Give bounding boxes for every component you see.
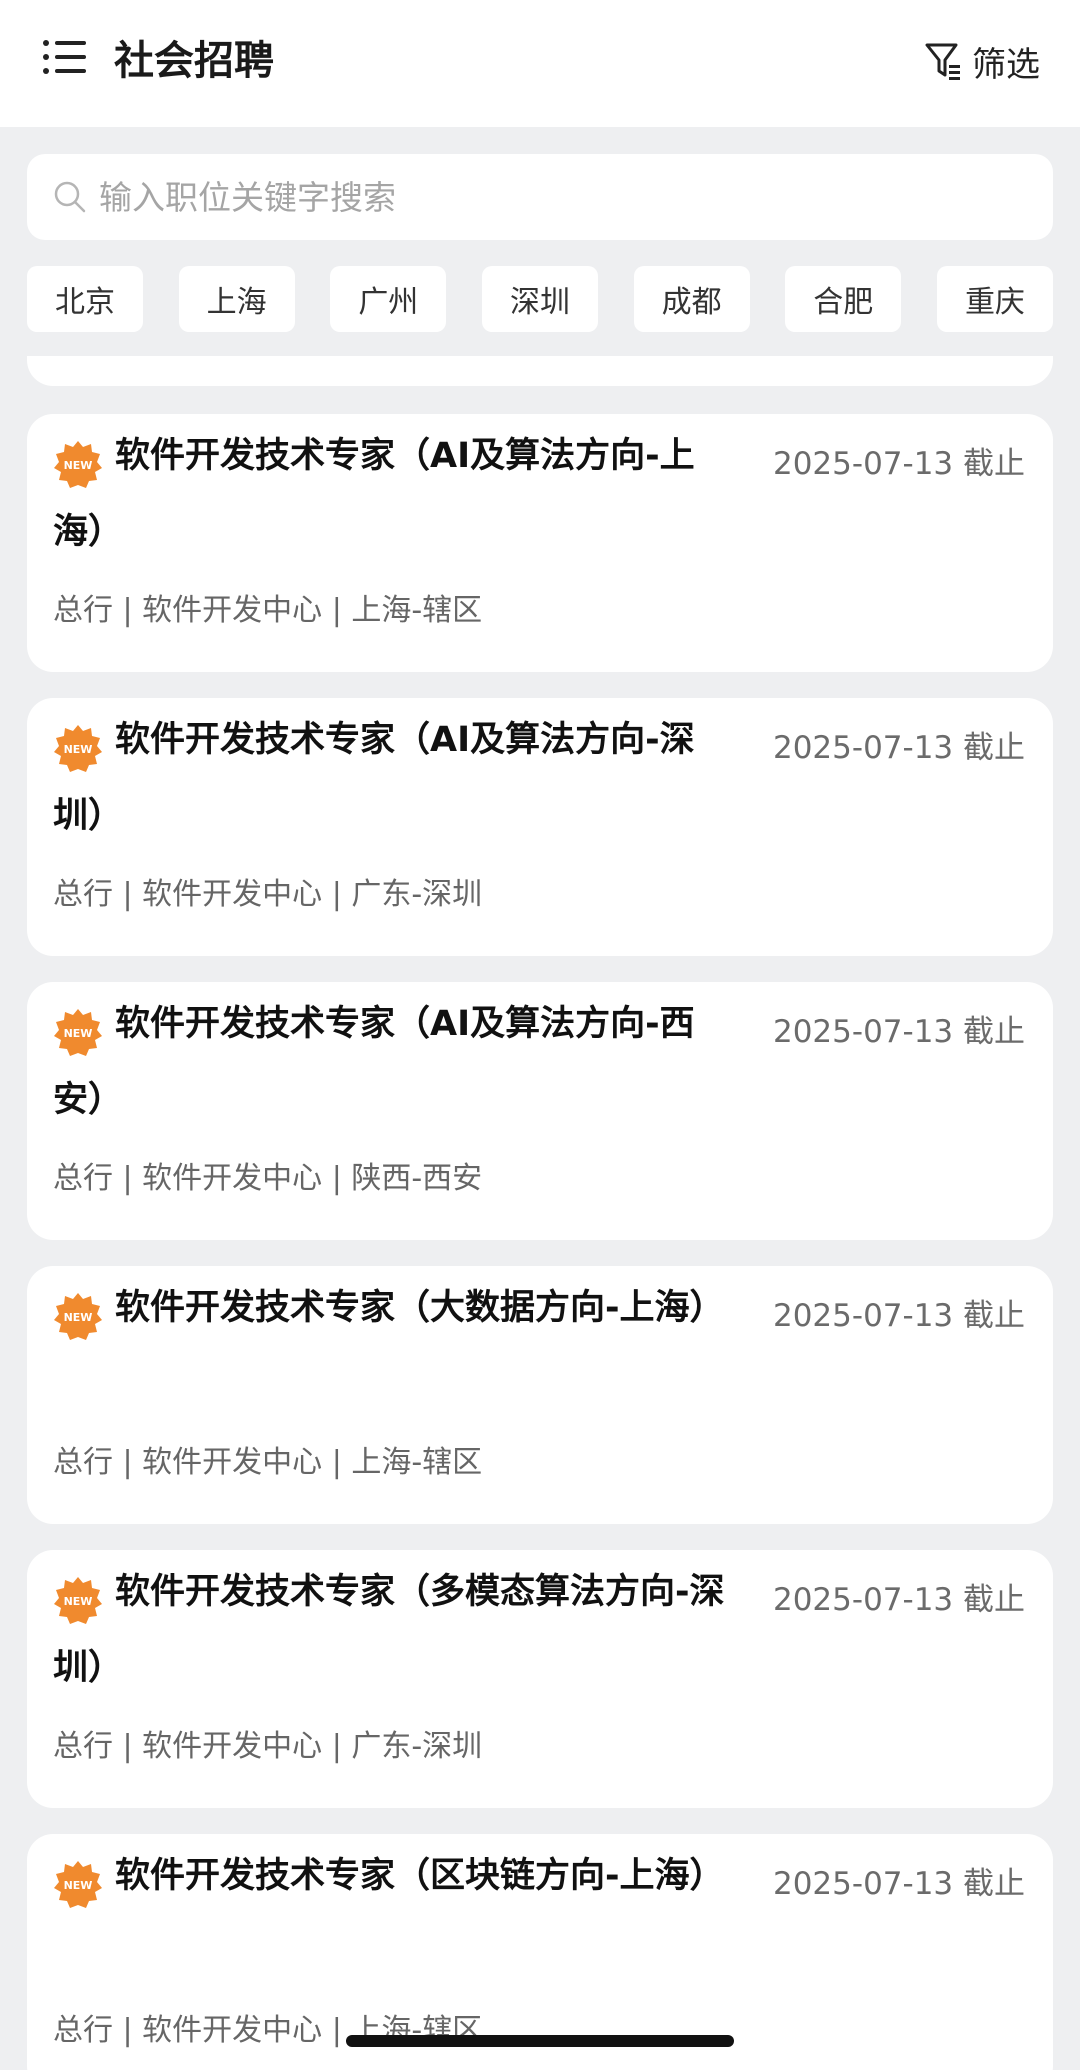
job-title: 软件开发技术专家（AI及算法方向-上海） xyxy=(53,436,695,552)
job-card[interactable]: NEW 软件开发技术专家（AI及算法方向-西安） 2025-07-13 截止 总… xyxy=(27,982,1053,1240)
job-deadline: 2025-07-13 截止 xyxy=(772,1298,1025,1334)
filter-label: 筛选 xyxy=(972,44,1040,85)
page-title: 社会招聘 xyxy=(114,38,274,84)
job-card[interactable]: NEW 软件开发技术专家（多模态算法方向-深圳） 2025-07-13 截止 总… xyxy=(27,1550,1053,1808)
city-chip-shanghai[interactable]: 上海 xyxy=(178,266,295,332)
list-menu-icon[interactable] xyxy=(42,38,88,76)
job-title: 软件开发技术专家（AI及算法方向-西安） xyxy=(53,1004,695,1120)
job-meta: 总行 | 软件开发中心 | 广东-深圳 xyxy=(53,1729,483,1764)
job-title: 软件开发技术专家（AI及算法方向-深圳） xyxy=(53,720,695,836)
home-indicator[interactable] xyxy=(346,2035,734,2047)
job-deadline: 2025-07-13 截止 xyxy=(772,1014,1025,1050)
job-meta: 总行 | 软件开发中心 | 陕西-西安 xyxy=(53,1161,483,1196)
job-deadline: 2025-07-13 截止 xyxy=(772,1582,1025,1618)
filter-button[interactable]: 筛选 xyxy=(924,36,1040,86)
top-bar: 社会招聘 筛选 xyxy=(0,0,1080,127)
job-card-partial[interactable] xyxy=(27,356,1053,386)
job-card[interactable]: NEW 软件开发技术专家（AI及算法方向-深圳） 2025-07-13 截止 总… xyxy=(27,698,1053,956)
search-input[interactable] xyxy=(99,177,999,217)
city-chip-guangzhou[interactable]: 广州 xyxy=(330,266,447,332)
search-bar[interactable] xyxy=(27,154,1053,240)
job-deadline: 2025-07-13 截止 xyxy=(772,446,1025,482)
city-chip-shenzhen[interactable]: 深圳 xyxy=(481,266,598,332)
city-chip-chongqing[interactable]: 重庆 xyxy=(936,266,1053,332)
job-meta: 总行 | 软件开发中心 | 上海-辖区 xyxy=(53,593,483,628)
job-list[interactable]: NEW 软件开发技术专家（AI及算法方向-上海） 2025-07-13 截止 总… xyxy=(0,356,1080,2070)
job-deadline: 2025-07-13 截止 xyxy=(772,1866,1025,1902)
city-chip-chengdu[interactable]: 成都 xyxy=(633,266,750,332)
search-icon xyxy=(54,181,86,213)
job-meta: 总行 | 软件开发中心 | 广东-深圳 xyxy=(53,877,483,912)
job-card[interactable]: NEW 软件开发技术专家（大数据方向-上海） 2025-07-13 截止 总行 … xyxy=(27,1266,1053,1524)
city-chip-beijing[interactable]: 北京 xyxy=(27,266,143,332)
job-title: 软件开发技术专家（区块链方向-上海） xyxy=(115,1856,725,1896)
city-filter-row: 北京 上海 广州 深圳 成都 合肥 重庆 xyxy=(27,266,1053,332)
job-card[interactable]: NEW 软件开发技术专家（AI及算法方向-上海） 2025-07-13 截止 总… xyxy=(27,414,1053,672)
city-chip-hefei[interactable]: 合肥 xyxy=(785,266,902,332)
job-deadline: 2025-07-13 截止 xyxy=(772,730,1025,766)
job-meta: 总行 | 软件开发中心 | 上海-辖区 xyxy=(53,1445,483,1480)
filter-funnel-icon xyxy=(925,43,960,80)
job-title: 软件开发技术专家（多模态算法方向-深圳） xyxy=(53,1572,725,1688)
job-title: 软件开发技术专家（大数据方向-上海） xyxy=(115,1288,725,1328)
